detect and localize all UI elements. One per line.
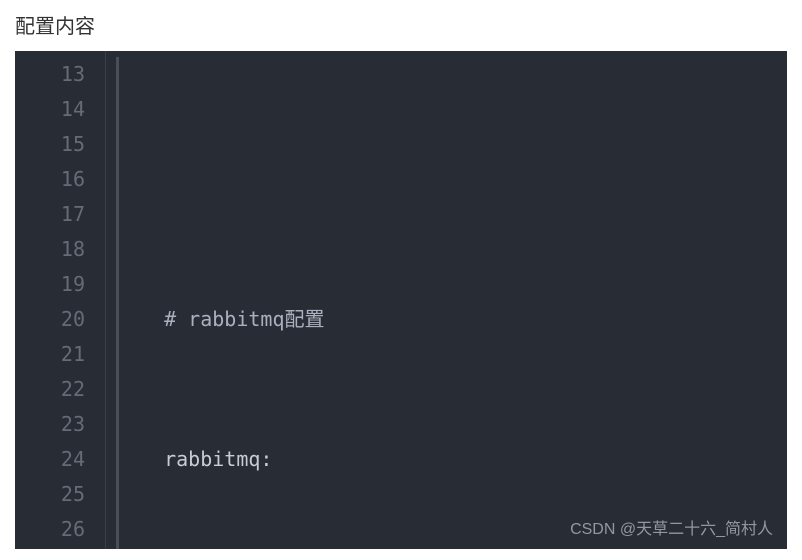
line-number: 25 — [15, 477, 85, 512]
line-number: 14 — [15, 92, 85, 127]
code-line — [134, 162, 787, 197]
line-number: 17 — [15, 197, 85, 232]
code-text: # rabbitmq配置 — [140, 307, 325, 331]
line-number: 19 — [15, 267, 85, 302]
code-area[interactable]: # rabbitmq配置 rabbitmq: host: rabbitm por… — [134, 51, 787, 549]
line-number: 16 — [15, 162, 85, 197]
code-editor: 1314151617181920212223242526 # rabbitmq配… — [15, 51, 787, 549]
line-number: 13 — [15, 57, 85, 92]
watermark-text: CSDN @天草二十六_简村人 — [570, 515, 773, 539]
yaml-key: rabbitmq: — [164, 447, 272, 471]
line-number: 26 — [15, 512, 85, 547]
line-number: 21 — [15, 337, 85, 372]
code-line-comment: # rabbitmq配置 — [134, 302, 787, 337]
line-number: 15 — [15, 127, 85, 162]
line-number: 22 — [15, 372, 85, 407]
line-number-gutter: 1314151617181920212223242526 — [15, 51, 105, 549]
line-number: 18 — [15, 232, 85, 267]
page-title: 配置内容 — [0, 0, 802, 51]
line-number: 20 — [15, 302, 85, 337]
fold-column — [106, 51, 134, 549]
code-line: rabbitmq: — [134, 442, 787, 477]
line-number: 24 — [15, 442, 85, 477]
line-number: 23 — [15, 407, 85, 442]
